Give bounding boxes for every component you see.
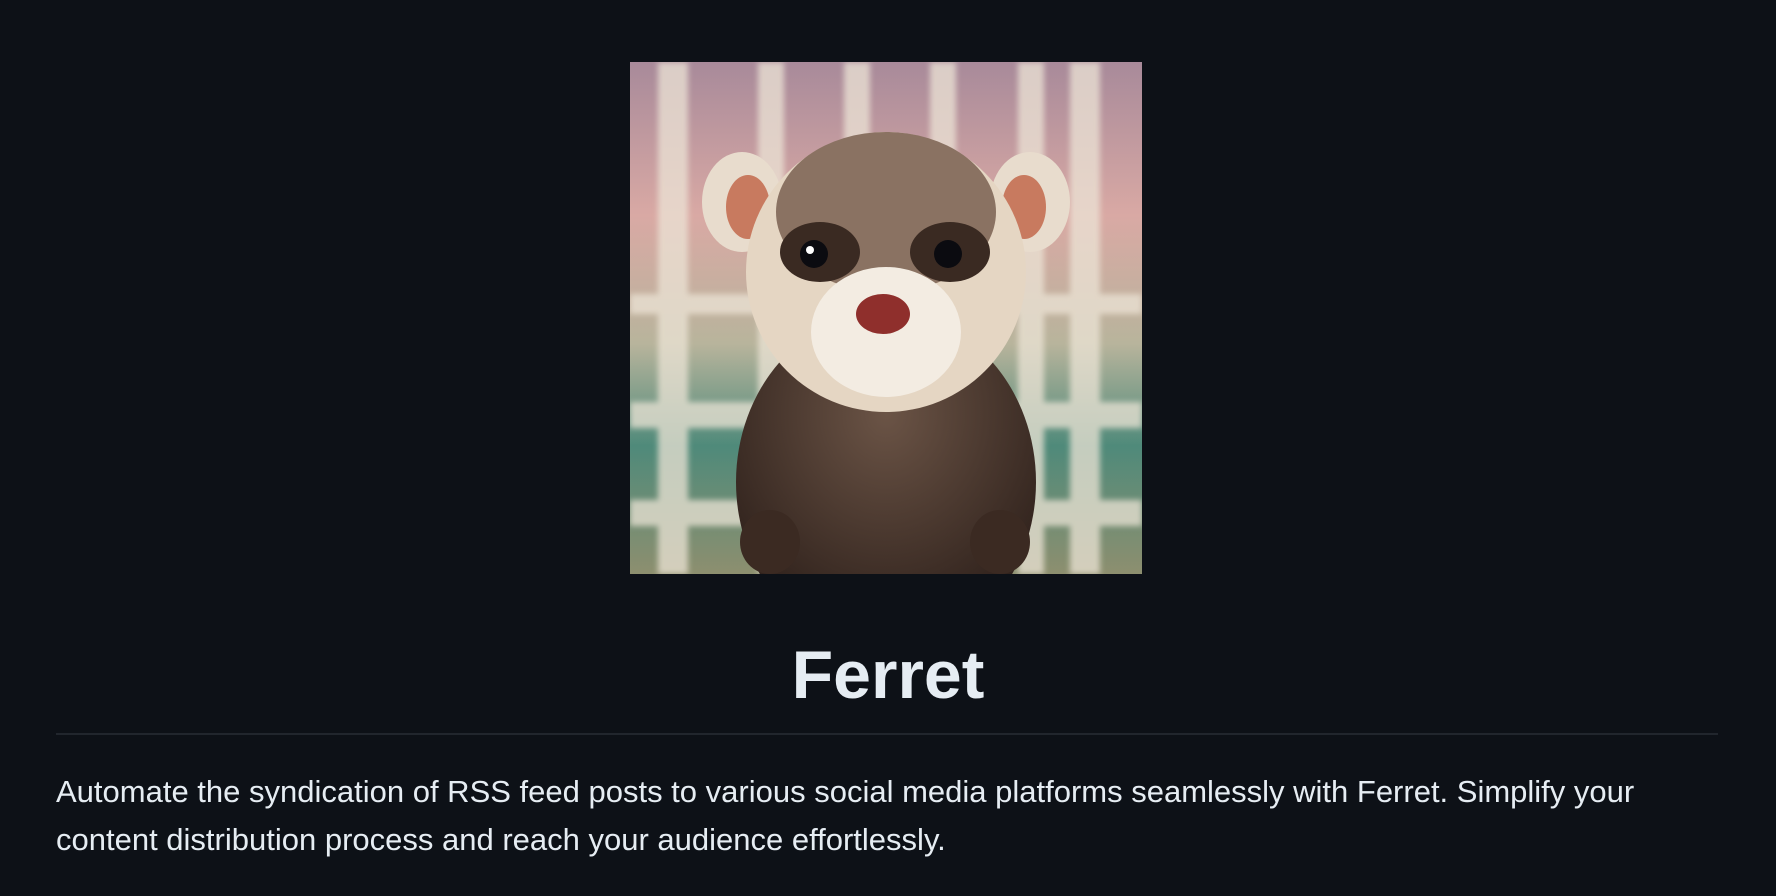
project-description: Automate the syndication of RSS feed pos… [56,774,1635,857]
page-title: Ferret [791,637,985,713]
ferret-logo-image [630,62,1142,574]
title-divider [56,733,1718,735]
ferret-illustration [630,62,1142,574]
